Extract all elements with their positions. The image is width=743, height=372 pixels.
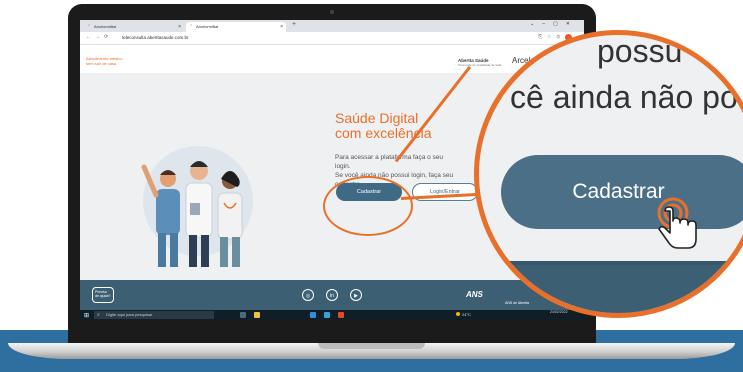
close-tab-icon[interactable]: × <box>280 22 283 32</box>
brand-tagline: Promoção de Qualidade de Vida <box>458 63 502 67</box>
help-label-line2: de ajuda? <box>95 294 111 298</box>
nav-arrows-icon[interactable]: ←→⟳ <box>86 34 112 40</box>
linkedin-icon[interactable]: in <box>326 289 338 301</box>
instagram-icon[interactable]: ◎ <box>302 289 314 301</box>
windows-start-icon[interactable]: ⊞ <box>84 312 89 319</box>
arcelor-favicon-icon: ⌃ <box>87 24 92 30</box>
laptop-base <box>8 343 735 359</box>
hero-title: Saúde Digital com excelência <box>335 111 455 141</box>
search-icon: ⌕ <box>97 312 100 318</box>
weather-text: 24°C <box>462 312 471 317</box>
magnified-footer <box>479 261 743 313</box>
help-button[interactable]: Precisa de ajuda? <box>92 287 114 303</box>
highlight-ring <box>323 176 413 236</box>
page-header: Atendimento médico sem sair de casa Aber… <box>80 45 584 73</box>
edge-icon[interactable] <box>310 312 316 318</box>
search-placeholder: Digite aqui para pesquisar <box>106 312 153 317</box>
weather-icon <box>456 312 460 316</box>
close-tab-icon[interactable]: × <box>178 22 181 32</box>
chrome-icon[interactable] <box>338 312 344 318</box>
magnifier-lens: possu cê ainda não po Cadastrar <box>474 30 743 318</box>
teams-icon[interactable] <box>324 312 330 318</box>
laptop-notch <box>318 343 425 349</box>
doctors-illustration <box>141 146 253 267</box>
task-view-icon[interactable] <box>240 312 246 318</box>
hero-title-line2: com excelência <box>335 125 432 141</box>
address-bar: ←→⟳ teleconsulta.aberttasaude.com.br ⎘☆⚙… <box>80 32 584 45</box>
brand-logo: Abertta Saúde Promoção de Qualidade de V… <box>458 58 501 67</box>
browser-tab-2[interactable]: ⌃ Arcelormittal × <box>186 22 286 32</box>
youtube-icon[interactable]: ▶ <box>350 289 362 301</box>
hero-text-line1: Para acessar a plataforma faça o seu log… <box>335 154 444 170</box>
tab-label: Arcelormittal <box>94 24 117 29</box>
tab-label: Arcelormittal <box>196 24 219 29</box>
hand-cursor-icon <box>657 197 697 249</box>
taskbar-search[interactable]: ⌕ Digite aqui para pesquisar <box>94 311 214 319</box>
browser-tab-1[interactable]: ⌃ Arcelormittal × <box>84 22 184 32</box>
magnified-register-button[interactable]: Cadastrar <box>501 155 743 229</box>
new-tab-icon[interactable]: + <box>292 21 296 28</box>
url-field[interactable]: teleconsulta.aberttasaude.com.br <box>122 35 189 40</box>
webcam <box>330 10 334 14</box>
slogan: Atendimento médico sem sair de casa <box>86 56 123 66</box>
magnified-button-label: Cadastrar <box>572 180 665 203</box>
hero-title-line1: Saúde Digital <box>335 110 419 126</box>
browser-tab-bar: ⌃ Arcelormittal × ⌃ Arcelormittal × + ⌄–… <box>80 20 584 32</box>
arcelor-favicon-icon: ⌃ <box>189 24 194 30</box>
magnified-text-line2: cê ainda não po <box>510 79 738 115</box>
window-controls[interactable]: ⌄–▢✕ <box>530 21 578 27</box>
magnified-text-line1: possu <box>597 33 683 69</box>
file-explorer-icon[interactable] <box>254 312 260 318</box>
system-tray[interactable]: 24°C <box>456 311 471 319</box>
